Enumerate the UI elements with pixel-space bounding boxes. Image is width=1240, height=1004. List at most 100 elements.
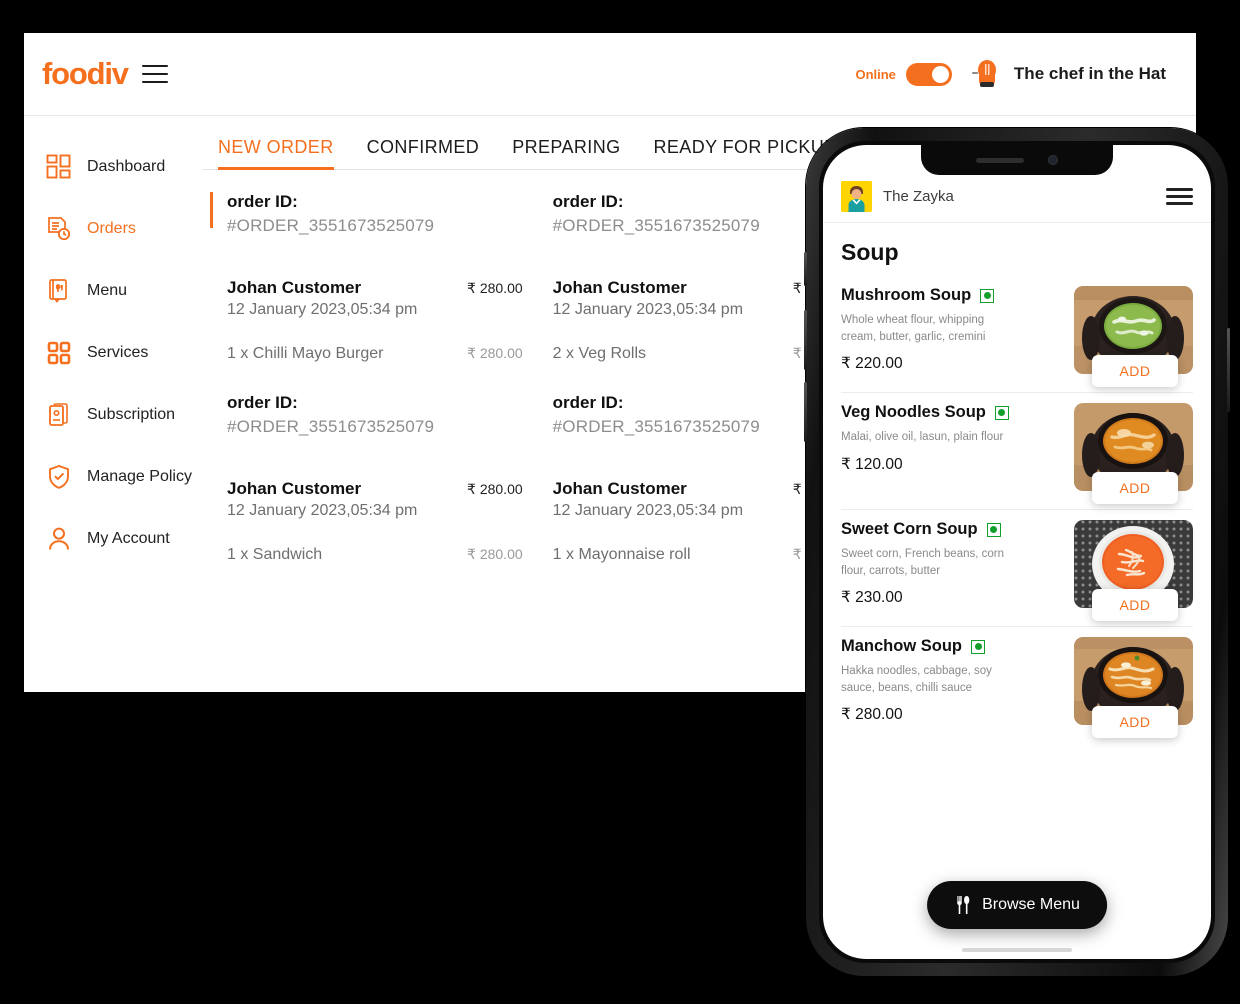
hamburger-menu-icon[interactable] [1166, 188, 1193, 205]
services-squares-icon [44, 338, 74, 368]
add-button[interactable]: ADD [1092, 706, 1178, 738]
menu-item-card[interactable]: Veg Noodles Soup Malai, olive oil, lasun… [841, 393, 1193, 510]
earpiece-speaker-icon [976, 157, 1024, 163]
menu-item-price: ₹ 220.00 [841, 355, 903, 373]
menu-item-name: Mushroom Soup [841, 286, 972, 304]
menu-item-details: Manchow Soup Hakka noodles, cabbage, soy… [841, 637, 1074, 725]
order-item-row: 1 x Chilli Mayo Burger ₹ 280.00 [227, 345, 523, 363]
order-card[interactable]: order ID: #ORDER_3551673525079 Johan Cus… [219, 389, 545, 590]
add-button[interactable]: ADD [1092, 589, 1178, 621]
sidebar-item-subscription[interactable]: Subscription [24, 384, 202, 446]
menu-item-card[interactable]: Manchow Soup Hakka noodles, cabbage, soy… [841, 627, 1193, 743]
screenshot-stage: foodiv Online The chef in the Hat Dashbo… [0, 0, 1240, 1004]
browse-menu-label: Browse Menu [982, 896, 1080, 913]
menu-item-details: Sweet Corn Soup Sweet corn, French beans… [841, 520, 1074, 608]
order-id-value: #ORDER_3551673525079 [227, 417, 435, 436]
menu-book-cutlery-icon [44, 276, 74, 306]
menu-item-image-wrap: ADD [1074, 403, 1193, 504]
phone-power-button[interactable] [1227, 328, 1230, 412]
menu-item-name: Manchow Soup [841, 637, 962, 655]
menu-item-price: ₹ 280.00 [841, 706, 903, 724]
phone-bezel: The Zayka Soup Mushroom Soup Whole wheat… [819, 141, 1215, 963]
order-item-price: ₹ 280.00 [467, 345, 523, 361]
veg-indicator-icon [980, 288, 995, 303]
menu-item-name: Veg Noodles Soup [841, 403, 986, 421]
hamburger-menu-icon[interactable] [141, 64, 168, 84]
order-item-name: 2 x Veg Rolls [552, 345, 647, 362]
phone-volume-up-button[interactable] [804, 310, 807, 370]
order-item-name: 1 x Mayonnaise roll [552, 546, 691, 563]
order-datetime: 12 January 2023,05:34 pm [227, 502, 418, 519]
phone-volume-down-button[interactable] [804, 382, 807, 442]
order-id-label: order ID: [227, 393, 298, 412]
foodiv-logo: foodiv [42, 56, 129, 91]
tab-preparing[interactable]: PREPARING [512, 137, 620, 169]
tab-confirmed[interactable]: CONFIRMED [367, 137, 480, 169]
menu-item-description: Whole wheat flour, whipping cream, butte… [841, 314, 986, 343]
orders-document-clock-icon [44, 214, 74, 244]
order-customer-row: Johan Customer ₹ 280.00 [227, 278, 523, 298]
user-account-icon [44, 524, 74, 554]
sidebar-label: Services [87, 344, 149, 361]
order-item-row: 1 x Mayonnaise roll ₹ 280.00 [553, 546, 849, 564]
menu-item-name-row: Manchow Soup [841, 637, 1066, 656]
subscription-cards-icon [44, 400, 74, 430]
sidebar-label: Menu [87, 282, 128, 299]
menu-item-image-wrap: ADD [1074, 637, 1193, 738]
add-button[interactable]: ADD [1092, 355, 1178, 387]
sidebar-item-my-account[interactable]: My Account [24, 508, 202, 570]
menu-item-details: Mushroom Soup Whole wheat flour, whippin… [841, 286, 1074, 374]
menu-item-price: ₹ 120.00 [841, 455, 903, 473]
order-id-label: order ID: [227, 192, 298, 211]
menu-item-name: Sweet Corn Soup [841, 520, 978, 538]
user-avatar-icon [841, 181, 872, 212]
online-status-label: Online [855, 66, 896, 82]
order-item-row: 1 x Sandwich ₹ 280.00 [227, 546, 523, 564]
sidebar-item-orders[interactable]: Orders [24, 198, 202, 260]
sidebar-item-manage-policy[interactable]: Manage Policy [24, 446, 202, 508]
sidebar-label: Subscription [87, 406, 176, 423]
tab-new-order[interactable]: NEW ORDER [218, 137, 334, 170]
veg-indicator-icon [971, 639, 985, 654]
top-bar-right-group: Online The chef in the Hat [855, 56, 1166, 92]
sidebar-item-menu[interactable]: Menu [24, 260, 202, 322]
shield-check-icon [44, 462, 74, 492]
phone-restaurant-name: The Zayka [883, 188, 954, 205]
phone-screen: The Zayka Soup Mushroom Soup Whole wheat… [823, 145, 1211, 959]
sidebar-item-dashboard[interactable]: Dashboard [24, 136, 202, 198]
sidebar-label: My Account [87, 530, 170, 547]
restaurant-name: The chef in the Hat [1013, 64, 1166, 83]
browse-menu-button[interactable]: Browse Menu [927, 881, 1107, 929]
menu-item-name-row: Veg Noodles Soup [841, 403, 1066, 422]
order-customer-name: Johan Customer [552, 278, 687, 297]
order-card[interactable]: order ID: #ORDER_3551673525079 Johan Cus… [219, 188, 545, 389]
menu-item-description: Malai, olive oil, lasun, plain flour [841, 431, 1004, 443]
order-customer-name: Johan Customer [227, 278, 362, 297]
order-id-value: #ORDER_3551673525079 [227, 216, 435, 235]
order-id-label: order ID: [552, 192, 624, 211]
menu-item-image-wrap: ADD [1074, 520, 1193, 621]
cutlery-icon [957, 896, 970, 914]
order-total-amount: ₹ 280.00 [467, 280, 523, 296]
sidebar-item-services[interactable]: Services [24, 322, 202, 384]
veg-indicator-icon [986, 522, 1001, 537]
order-datetime: 12 January 2023,05:34 pm [552, 502, 744, 519]
menu-item-details: Veg Noodles Soup Malai, olive oil, lasun… [841, 403, 1074, 491]
phone-silent-switch[interactable] [804, 252, 807, 286]
online-status-toggle[interactable] [905, 62, 952, 86]
chef-hat-logo-icon [971, 60, 996, 87]
home-indicator [962, 948, 1072, 952]
add-button[interactable]: ADD [1092, 472, 1178, 504]
menu-item-price: ₹ 230.00 [841, 589, 903, 607]
sidebar-label: Dashboard [87, 158, 166, 175]
menu-item-card[interactable]: Mushroom Soup Whole wheat flour, whippin… [841, 276, 1193, 393]
menu-item-description: Hakka noodles, cabbage, soy sauce, beans… [841, 665, 992, 694]
phone-mockup: The Zayka Soup Mushroom Soup Whole wheat… [804, 128, 1230, 976]
menu-item-card[interactable]: Sweet Corn Soup Sweet corn, French beans… [841, 510, 1193, 627]
desktop-top-bar: foodiv Online The chef in the Hat [24, 33, 1196, 116]
menu-item-name-row: Mushroom Soup [841, 286, 1066, 305]
category-title: Soup [841, 239, 899, 265]
active-order-accent-bar [210, 192, 213, 228]
order-datetime: 12 January 2023,05:34 pm [227, 301, 418, 318]
menu-item-image-wrap: ADD [1074, 286, 1193, 387]
